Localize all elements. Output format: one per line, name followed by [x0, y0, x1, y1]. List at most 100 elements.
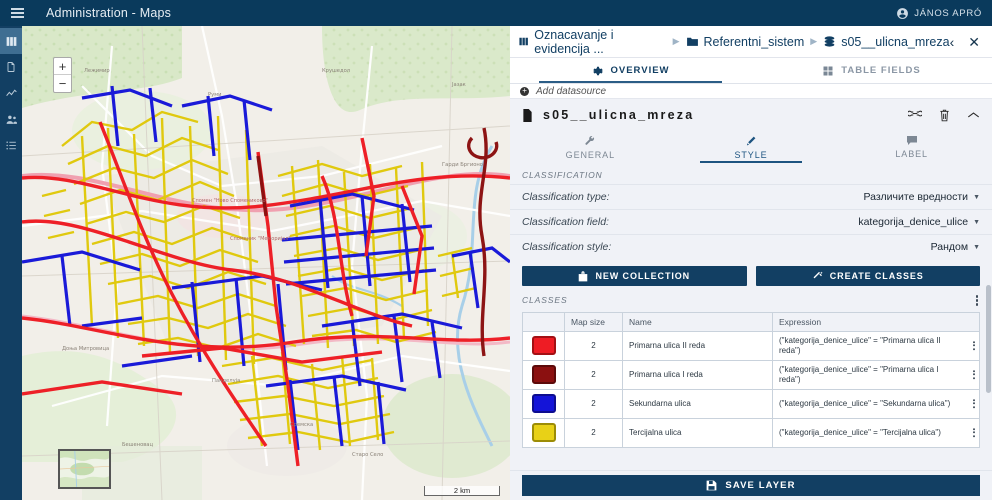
user-menu[interactable]: JÁNOS APRÓ — [896, 7, 982, 20]
breadcrumb-item-project[interactable]: Oznacavanje i evidencija ... — [518, 28, 667, 56]
subtab-label-label: LABEL — [895, 149, 928, 159]
tab-overview[interactable]: OVERVIEW — [510, 58, 751, 83]
classification-field-value[interactable]: kategorija_denice_ulice ▼ — [858, 216, 980, 228]
top-bar: Administration - Maps JÁNOS APRÓ — [0, 0, 992, 26]
kebab-menu-icon[interactable] — [974, 293, 981, 308]
class-name: Primarna ulica II reda — [622, 330, 773, 361]
close-icon[interactable]: ✕ — [968, 35, 980, 49]
add-datasource-row[interactable]: + Add datasource — [510, 84, 992, 99]
folder-icon — [686, 37, 698, 46]
svg-text:Спомен "Ново Спомениково": Спомен "Ново Спомениково" — [192, 198, 268, 204]
class-swatch-cell[interactable] — [522, 359, 565, 390]
row-kebab-menu-icon[interactable] — [972, 427, 975, 438]
minimap-overview[interactable] — [58, 449, 111, 489]
breadcrumb-label-folder: Referentni_sistem — [703, 34, 805, 49]
breadcrumb-separator-1: ▶ — [672, 36, 680, 46]
color-swatch[interactable] — [531, 365, 556, 384]
breadcrumb-separator-2: ▶ — [810, 36, 818, 46]
subtab-style-label: STYLE — [734, 149, 768, 160]
sidebar-rail — [0, 26, 22, 500]
svg-text:Гарди Бргионо: Гарди Бргионо — [442, 162, 483, 168]
zoom-out-button[interactable]: − — [54, 75, 71, 92]
add-datasource-label: Add datasource — [536, 85, 607, 97]
svg-text:Руми: Руми — [208, 92, 221, 98]
class-swatch-cell[interactable] — [522, 330, 565, 361]
zoom-in-button[interactable]: + — [54, 58, 71, 75]
table-header-row: Map size Name Expression — [522, 311, 980, 332]
color-swatch[interactable] — [531, 394, 556, 413]
panel-tabs: OVERVIEW TABLE FIELDS — [510, 58, 992, 84]
create-classes-label: CREATE CLASSES — [829, 271, 924, 281]
class-expression: ("kategorija_denice_ulice" = "Primarna u… — [779, 335, 941, 355]
class-swatch-cell[interactable] — [522, 388, 565, 419]
classification-type-value[interactable]: Различите вредности ▼ — [863, 191, 980, 203]
sidebar-item-documents[interactable] — [0, 54, 22, 80]
panel-scrollbar-thumb[interactable] — [986, 284, 991, 393]
table-row[interactable]: 2 Sekundarna ulica ("kategorija_denice_u… — [522, 388, 980, 419]
gear-icon — [593, 66, 604, 75]
tab-table-fields[interactable]: TABLE FIELDS — [751, 58, 992, 83]
save-layer-button[interactable]: SAVE LAYER — [522, 475, 980, 496]
hamburger-icon[interactable] — [4, 0, 30, 26]
subtab-general[interactable]: GENERAL — [510, 131, 671, 163]
create-classes-button[interactable]: CREATE CLASSES — [755, 266, 980, 286]
panel-scrollbar[interactable] — [986, 84, 991, 470]
breadcrumb-item-layer[interactable]: s05__ulicna_mreza — [823, 34, 950, 49]
map-scalebar: 2 km — [424, 486, 500, 496]
layer-header: s05__ulicna_mreza — [510, 99, 992, 131]
table-row[interactable]: 2 Tercijalna ulica ("kategorija_denice_u… — [522, 417, 980, 448]
class-expression: ("kategorija_denice_ulice" = "Primarna u… — [779, 364, 939, 384]
map-viewport[interactable]: Руми Крушедол Лежимир Гарди Бргионо Панд… — [22, 26, 510, 500]
new-collection-button[interactable]: NEW COLLECTION — [522, 266, 747, 286]
class-name: Tercijalna ulica — [622, 417, 773, 448]
classification-field-row[interactable]: Classification field: kategorija_denice_… — [510, 209, 992, 234]
breadcrumb-actions: ‹ ✕ — [950, 35, 984, 49]
sidebar-item-analytics[interactable] — [0, 80, 22, 106]
link-icon[interactable] — [908, 110, 922, 120]
table-row[interactable]: 2 Primarna ulica I reda ("kategorija_den… — [522, 359, 980, 390]
classification-style-row[interactable]: Classification style: Рандом ▼ — [510, 234, 992, 259]
classification-type-row[interactable]: Classification type: Различите вредности… — [510, 184, 992, 209]
breadcrumb-label-layer: s05__ulicna_mreza — [841, 34, 950, 49]
save-layer-bar: SAVE LAYER — [510, 470, 992, 500]
chevron-left-icon[interactable]: ‹ — [950, 35, 955, 49]
svg-text:Старо Село: Старо Село — [352, 452, 383, 458]
classification-type-text: Различите вредности — [863, 191, 969, 203]
analytics-chart-icon — [5, 88, 17, 96]
row-kebab-menu-icon[interactable] — [972, 398, 975, 409]
account-circle-icon — [897, 7, 909, 19]
classification-field-label: Classification field: — [522, 216, 609, 228]
sidebar-item-lists[interactable] — [0, 132, 22, 158]
class-mapsize: 2 — [564, 330, 623, 361]
breadcrumb: Oznacavanje i evidencija ... ▶ Referentn… — [510, 26, 992, 58]
class-expression: ("kategorija_denice_ulice" = "Sekundarna… — [779, 398, 951, 408]
column-header-mapsize: Map size — [564, 311, 623, 332]
trash-icon[interactable] — [939, 109, 950, 122]
map-zoom-controls[interactable]: + − — [53, 57, 72, 93]
column-header-name: Name — [622, 311, 773, 332]
table-row[interactable]: 2 Primarna ulica II reda ("kategorija_de… — [522, 330, 980, 361]
classification-field-text: kategorija_denice_ulice — [858, 216, 969, 228]
chevron-up-icon[interactable] — [967, 111, 980, 119]
brush-icon — [746, 136, 756, 145]
color-swatch[interactable] — [531, 423, 556, 442]
wand-icon — [813, 271, 823, 278]
subtab-style[interactable]: STYLE — [671, 131, 832, 163]
breadcrumb-item-folder[interactable]: Referentni_sistem — [686, 34, 805, 49]
class-swatch-cell[interactable] — [522, 417, 565, 448]
column-header-expression: Expression — [772, 311, 980, 332]
classification-style-value[interactable]: Рандом ▼ — [931, 241, 980, 253]
chevron-down-icon: ▼ — [973, 243, 980, 251]
map-canvas[interactable]: Руми Крушедол Лежимир Гарди Бргионо Панд… — [22, 26, 510, 500]
tab-table-fields-label: TABLE FIELDS — [841, 65, 921, 76]
row-kebab-menu-icon[interactable] — [972, 369, 975, 380]
sidebar-item-users[interactable] — [0, 106, 22, 132]
classification-style-text: Рандом — [930, 241, 969, 253]
sidebar-item-maps[interactable] — [0, 28, 22, 54]
subtab-label[interactable]: LABEL — [831, 131, 992, 163]
chevron-down-icon: ▼ — [973, 218, 980, 226]
class-mapsize: 2 — [564, 417, 623, 448]
color-swatch[interactable] — [531, 336, 556, 355]
class-expression: ("kategorija_denice_ulice" = "Tercijalna… — [779, 427, 941, 437]
row-kebab-menu-icon[interactable] — [972, 340, 975, 351]
